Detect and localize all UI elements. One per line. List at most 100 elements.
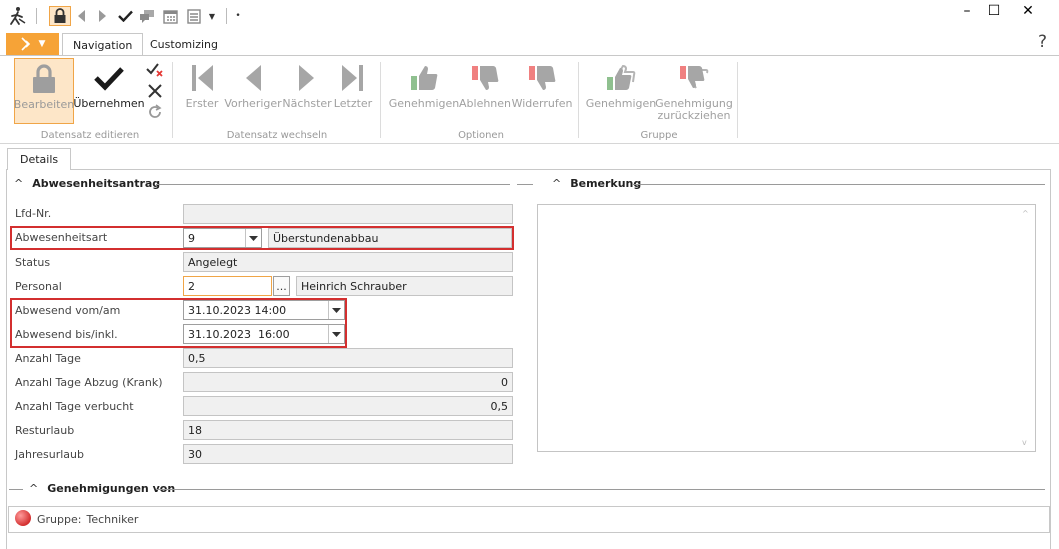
quick-list-dropdown-icon[interactable]: ▼: [206, 6, 218, 26]
label-abwesend-von: Abwesend vom/am: [15, 304, 121, 317]
group-approve-button[interactable]: Genehmigen: [585, 58, 657, 124]
label-status: Status: [15, 256, 51, 269]
quick-apply-button[interactable]: [116, 6, 134, 26]
label-anzahl-tage-abzug: Anzahl Tage Abzug (Krank): [15, 376, 163, 389]
annual-leave-field[interactable]: 30: [183, 444, 513, 464]
minimize-button[interactable]: –: [952, 2, 982, 20]
chevron-down-icon: ▼: [38, 39, 46, 49]
days-count-field[interactable]: 0,5: [183, 348, 513, 368]
thumbs-down-icon: [527, 58, 557, 98]
label-jahresurlaub: Jahresurlaub: [15, 448, 84, 461]
first-icon: [189, 58, 215, 98]
label-abwesend-bis: Abwesend bis/inkl.: [15, 328, 118, 341]
refresh-icon[interactable]: [147, 104, 163, 120]
personal-code-input[interactable]: 2: [183, 276, 272, 296]
edit-button-label: Bearbeiten: [13, 98, 75, 111]
previous-button-label: Vorheriger: [224, 97, 282, 110]
section-divider: [9, 489, 23, 490]
last-button[interactable]: Letzter: [334, 58, 372, 124]
tab-details[interactable]: Details: [7, 148, 72, 170]
chevron-up-icon: ^: [29, 482, 39, 495]
absence-type-code-value: 9: [188, 231, 195, 245]
status-dot-icon: [14, 509, 32, 530]
scroll-down-icon[interactable]: v: [1022, 438, 1027, 447]
check-reject-icon[interactable]: [146, 62, 164, 78]
section-request-title: Abwesenheitsantrag: [32, 177, 161, 190]
absence-type-code-select[interactable]: 9: [183, 228, 262, 248]
apply-button-label: Übernehmen: [73, 97, 145, 110]
app-menu-icon: [20, 37, 30, 51]
absence-type-text-field[interactable]: Überstundenabbau: [268, 228, 512, 248]
chevron-down-icon[interactable]: [328, 325, 344, 343]
absent-until-datetime-picker[interactable]: 31.10.2023 16:00: [183, 324, 345, 344]
remark-textarea[interactable]: ^ v: [537, 204, 1036, 452]
group-separator: [578, 62, 579, 138]
app-menu-button[interactable]: ▼: [6, 33, 59, 55]
approve-button[interactable]: Genehmigen: [389, 58, 459, 124]
status-field[interactable]: Angelegt: [183, 252, 513, 272]
quick-calendar-button[interactable]: [161, 6, 179, 26]
first-button-label: Erster: [185, 97, 219, 110]
absent-from-datetime-picker[interactable]: 31.10.2023 14:00: [183, 300, 345, 320]
approval-group-name: Techniker: [86, 513, 139, 526]
reject-button[interactable]: Ablehnen: [459, 58, 511, 124]
edit-button[interactable]: Bearbeiten: [14, 58, 74, 124]
quick-next-button[interactable]: [95, 6, 109, 26]
chevron-up-icon: ^: [552, 177, 562, 190]
lock-icon: [31, 59, 57, 99]
scrollbar[interactable]: ^ v: [1019, 207, 1033, 449]
days-deduction-sick-field[interactable]: 0: [183, 372, 513, 392]
quick-list-button[interactable]: [185, 6, 203, 26]
previous-button[interactable]: Vorheriger: [224, 58, 282, 124]
section-remark-header[interactable]: ^ Bemerkung: [552, 177, 641, 190]
group-approve-button-label: Genehmigen: [585, 97, 657, 110]
group-withdraw-button-label-line2: zurückziehen: [657, 109, 731, 122]
last-icon: [340, 58, 366, 98]
first-button[interactable]: Erster: [184, 58, 220, 124]
label-personal: Personal: [15, 280, 62, 293]
section-request-header[interactable]: ^ Abwesenheitsantrag: [14, 177, 160, 190]
label-lfd-nr: Lfd-Nr.: [15, 207, 52, 220]
group-withdraw-button[interactable]: Genehmigung zurückziehen: [655, 58, 733, 124]
revoke-button-label: Widerrufen: [511, 97, 573, 110]
next-button-label: Nächster: [282, 97, 332, 110]
approval-list: Gruppe: Techniker: [8, 506, 1050, 533]
group-separator: [380, 62, 381, 138]
personal-lookup-button[interactable]: ...: [273, 276, 290, 296]
maximize-button[interactable]: ☐: [979, 2, 1009, 20]
quick-access-customize-icon[interactable]: •: [233, 6, 243, 26]
label-abwesenheitsart: Abwesenheitsart: [15, 231, 108, 244]
label-resturlaub: Resturlaub: [15, 424, 75, 437]
group-label-options: Optionen: [458, 130, 504, 141]
group-thumbs-up-icon: [605, 58, 637, 98]
quick-lock-button[interactable]: [49, 6, 71, 26]
group-separator: [737, 62, 738, 138]
absent-from-value: 31.10.2023 14:00: [188, 303, 287, 317]
lfd-nr-field[interactable]: [183, 204, 513, 224]
chevron-down-icon[interactable]: [245, 229, 261, 247]
days-booked-field[interactable]: 0,5: [183, 396, 513, 416]
close-button[interactable]: ✕: [1013, 2, 1043, 20]
next-icon: [297, 58, 317, 98]
list-item[interactable]: Gruppe: Techniker: [14, 509, 138, 530]
next-button[interactable]: Nächster: [282, 58, 332, 124]
revoke-button[interactable]: Widerrufen: [512, 58, 572, 124]
previous-icon: [243, 58, 263, 98]
ribbon-tab-row: ▼ Navigation Customizing ?: [0, 32, 1059, 56]
chevron-down-icon[interactable]: [328, 301, 344, 319]
close-icon[interactable]: [147, 83, 163, 99]
quick-previous-button[interactable]: [75, 6, 89, 26]
section-approvals-header[interactable]: ^ Genehmigungen von: [29, 482, 175, 495]
tab-customizing[interactable]: Customizing: [140, 33, 228, 56]
scroll-up-icon[interactable]: ^: [1022, 209, 1029, 218]
group-thumbs-down-icon: [678, 58, 710, 98]
tab-navigation[interactable]: Navigation: [62, 33, 144, 56]
quick-comments-button[interactable]: [138, 6, 156, 26]
label-anzahl-tage-verbucht: Anzahl Tage verbucht: [15, 400, 134, 413]
apply-button[interactable]: Übernehmen: [73, 58, 145, 124]
section-divider: [633, 184, 1045, 185]
personal-name-field[interactable]: Heinrich Schrauber: [296, 276, 513, 296]
remaining-leave-field[interactable]: 18: [183, 420, 513, 440]
thumbs-up-icon: [409, 58, 439, 98]
help-icon[interactable]: ?: [1038, 32, 1047, 52]
